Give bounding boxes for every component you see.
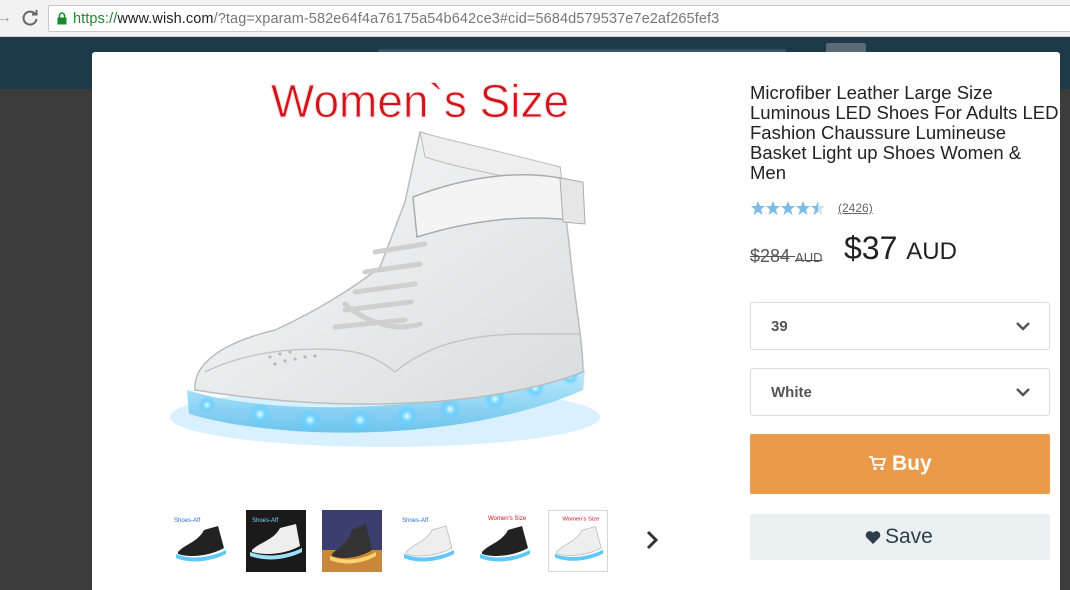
thumbnail-strip: Shoes-Aff Shoes-Aff Shoes-Aff Women's Si… [170,510,610,574]
buy-button[interactable]: Buy [750,434,1050,494]
thumbnail-4[interactable]: Shoes-Aff [398,510,458,572]
original-price: $284 AUD [750,246,823,266]
thumbnail-3[interactable] [322,510,382,572]
reload-icon[interactable] [19,7,41,29]
size-select-value: 39 [771,318,788,335]
cart-icon [869,456,886,471]
svg-text:Women's Size: Women's Size [563,517,600,523]
sale-price: $37 AUD [844,230,957,266]
svg-text:Women's Size: Women's Size [488,516,527,522]
page-overlay-left [0,89,92,590]
image-banner-text: Women`s Size [271,75,569,127]
size-select[interactable]: 39 [750,302,1050,350]
thumbnail-2-image: Shoes-Aff [246,510,306,572]
url-text[interactable]: https://www.wish.com/?tag=xparam-582e64f… [73,11,719,27]
buy-button-label: Buy [892,452,932,475]
main-product-image: Women`s Size [170,75,600,447]
thumbnail-1-image: Shoes-Aff [170,510,230,572]
address-bar[interactable]: https://www.wish.com/?tag=xparam-582e64f… [48,5,1070,32]
thumbnail-1[interactable]: Shoes-Aff [170,510,230,572]
forward-arrow-icon[interactable]: → [0,8,12,28]
chevron-right-icon[interactable] [640,526,664,554]
thumbnail-2[interactable]: Shoes-Aff [246,510,306,572]
save-button-label: Save [885,525,933,548]
review-count-link[interactable]: (2426) [838,201,873,215]
svg-text:Shoes-Aff: Shoes-Aff [252,518,279,524]
thumbnail-6[interactable]: Women's Size [548,510,608,572]
heart-icon [865,531,881,544]
chevron-down-icon [1016,388,1030,397]
svg-text:Shoes-Aff: Shoes-Aff [402,518,429,524]
browser-toolbar: → https://www.wish.com/?tag=xparam-582e6… [0,0,1070,37]
svg-text:Shoes-Aff: Shoes-Aff [174,518,201,524]
thumbnail-4-image: Shoes-Aff [398,510,458,572]
color-select-value: White [771,384,812,401]
thumbnail-5[interactable]: Women's Size [474,510,534,572]
lock-icon [57,12,67,25]
thumbnail-6-image: Women's Size [549,511,607,571]
thumbnail-5-image: Women's Size [474,510,534,572]
product-title: Microfiber Leather Large Size Luminous L… [750,82,1059,183]
thumbnail-3-image [322,510,382,572]
save-button[interactable]: Save [750,514,1050,560]
chevron-down-icon [1016,322,1030,331]
page-overlay-right [1060,89,1070,590]
color-select[interactable]: White [750,368,1050,416]
star-icons [751,201,825,215]
